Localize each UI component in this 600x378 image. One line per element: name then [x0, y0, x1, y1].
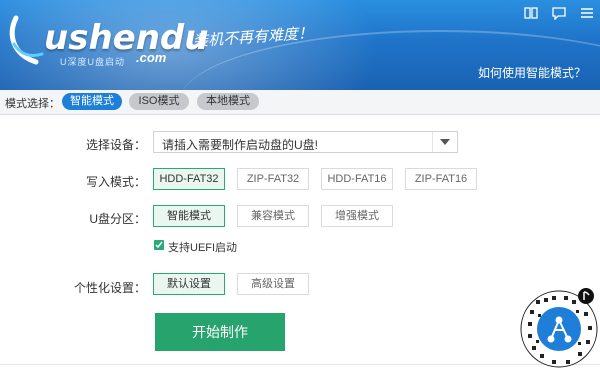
write-mode-hdd-fat16[interactable]: HDD-FAT16: [321, 168, 393, 190]
chevron-down-icon: [440, 139, 450, 145]
tab-local-mode[interactable]: 本地模式: [197, 93, 259, 110]
feedback-icon[interactable]: [552, 6, 566, 21]
personalize-label: 个性化设置：: [73, 281, 146, 295]
partition-smart[interactable]: 智能模式: [153, 205, 225, 227]
uefi-checkbox[interactable]: [154, 240, 164, 250]
uefi-label[interactable]: 支持UEFI启动: [168, 239, 237, 255]
bottom-divider: [0, 364, 600, 365]
logo-domain: .com: [136, 50, 167, 65]
advanced-settings-button[interactable]: 高级设置: [237, 273, 309, 295]
qr-code-image[interactable]: [518, 284, 600, 374]
write-mode-label: 写入模式：: [85, 175, 146, 189]
header-banner: ushendu .com U深度U盘启动 装机不再有难度！ 如何使用智能模式？: [0, 0, 600, 90]
start-button[interactable]: 开始制作: [155, 313, 285, 351]
dropdown-arrow[interactable]: [432, 132, 457, 152]
partition-label: U盘分区：: [89, 212, 146, 226]
tab-smart-mode[interactable]: 智能模式: [62, 93, 122, 110]
write-mode-zip-fat32[interactable]: ZIP-FAT32: [237, 168, 309, 190]
write-mode-hdd-fat32[interactable]: HDD-FAT32: [153, 168, 225, 190]
device-select[interactable]: 请插入需要制作启动盘的U盘!: [153, 131, 458, 153]
mode-label: 模式选择：: [5, 98, 60, 110]
default-settings-button[interactable]: 默认设置: [153, 273, 225, 295]
tab-iso-mode[interactable]: ISO模式: [129, 93, 189, 110]
partition-compatible[interactable]: 兼容模式: [237, 205, 309, 227]
checkmark-icon: [155, 241, 163, 249]
manual-icon[interactable]: [524, 6, 538, 20]
write-mode-zip-fat16[interactable]: ZIP-FAT16: [405, 168, 477, 190]
logo-subtitle: U深度U盘启动: [60, 57, 125, 67]
partition-enhanced[interactable]: 增强模式: [321, 205, 393, 227]
window-controls: [524, 6, 594, 21]
device-label: 选择设备：: [85, 138, 146, 152]
help-link[interactable]: 如何使用智能模式？: [478, 64, 586, 81]
logo-text: ushendu: [44, 18, 209, 58]
mode-bar: 模式选择： 智能模式 ISO模式 本地模式: [0, 90, 600, 115]
menu-icon[interactable]: [580, 6, 594, 20]
device-select-value: 请插入需要制作启动盘的U盘!: [162, 138, 319, 152]
